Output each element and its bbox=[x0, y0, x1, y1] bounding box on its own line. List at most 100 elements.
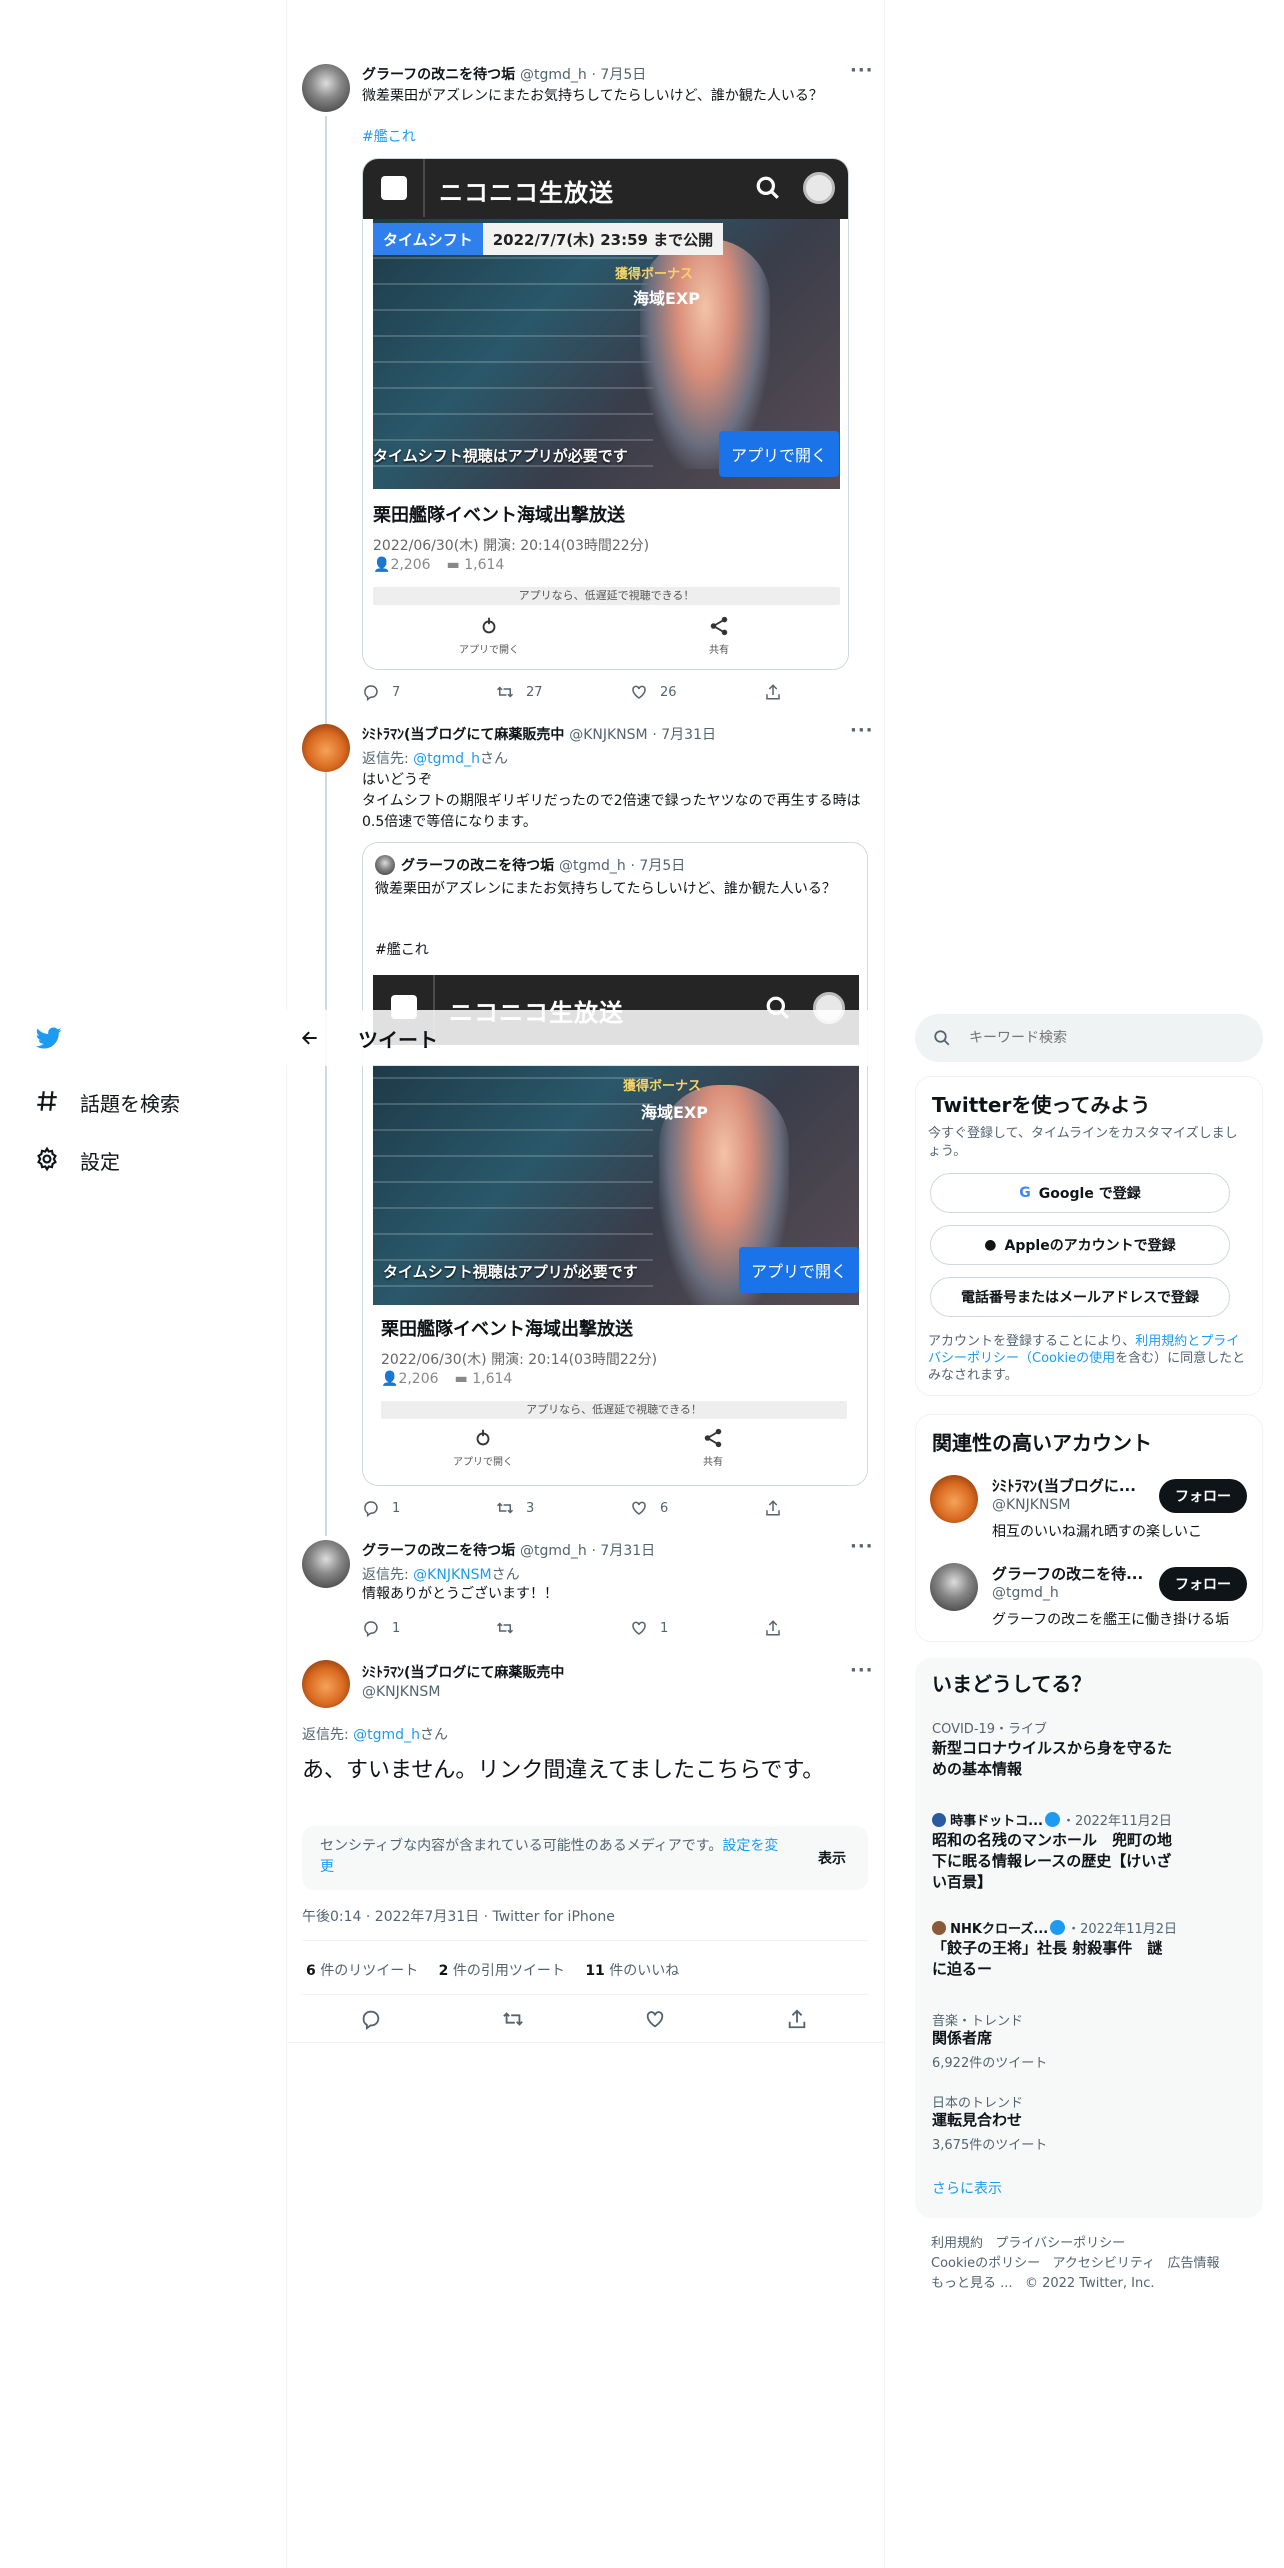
search-input[interactable] bbox=[969, 1026, 1239, 1050]
viewers-value: 2,206 bbox=[398, 1371, 439, 1387]
tweet-author-handle: @KNJKNSM bbox=[362, 1684, 441, 1700]
reply-button[interactable]: 1 bbox=[362, 1499, 400, 1517]
tweet-author-handle[interactable]: @tgmd_h bbox=[520, 1543, 587, 1559]
avatar[interactable] bbox=[930, 1475, 978, 1523]
relevant-title: 関連性の高いアカウント bbox=[932, 1431, 1152, 1455]
reply-to-link[interactable]: @tgmd_h bbox=[353, 1727, 420, 1743]
avatar[interactable] bbox=[302, 64, 350, 112]
quotes-stat[interactable]: 2 件の引用ツイート bbox=[439, 1963, 565, 1979]
follow-button[interactable]: フォロー bbox=[1159, 1567, 1247, 1601]
avatar[interactable] bbox=[302, 1660, 350, 1708]
share-button[interactable] bbox=[764, 683, 782, 701]
retweet-button[interactable]: 27 bbox=[496, 683, 543, 701]
tweet-author-name[interactable]: ｼﾐﾄﾗﾏﾝ(当ブログにて麻薬販売中 bbox=[362, 727, 564, 743]
reply-to-link[interactable]: @tgmd_h bbox=[413, 751, 480, 767]
tweet-timestamp[interactable]: 午後0:14 · 2022年7月31日 · Twitter for iPhone bbox=[302, 1906, 615, 1926]
reply-count: 1 bbox=[392, 1620, 401, 1636]
thumbnail-exp-label: 海域EXP bbox=[641, 1103, 708, 1122]
share-icon bbox=[766, 684, 780, 700]
card-share[interactable]: 共有 bbox=[679, 615, 759, 656]
footer-ads-link[interactable]: 広告情報 bbox=[1168, 2256, 1220, 2271]
trends-title: いまどうしてる？ bbox=[932, 1672, 1092, 1696]
hashtag-link[interactable]: #艦これ bbox=[362, 126, 416, 146]
quote-tweet[interactable]: グラーフの改ニを待つ垢 @tgmd_h · 7月5日 微差栗田がアズレンにまたお… bbox=[362, 842, 868, 1486]
retweet-button[interactable]: 3 bbox=[496, 1499, 534, 1517]
app-open-icon bbox=[482, 617, 496, 634]
account-name[interactable]: グラーフの改ニを待... bbox=[992, 1563, 1143, 1584]
trend-item[interactable]: 音楽・トレンド 関係者席 6,922件のツイート bbox=[915, 2006, 1263, 2076]
viewers-value: 2,206 bbox=[390, 557, 431, 573]
google-signup-button[interactable]: G Google で登録 bbox=[930, 1173, 1230, 1213]
follow-button[interactable]: フォロー bbox=[1159, 1479, 1247, 1513]
trend-item[interactable]: 時事ドットコ... ・2022年11月2日 昭和の名残のマンホール 兜町の地下に眠… bbox=[915, 1806, 1263, 1906]
more-icon[interactable]: ··· bbox=[850, 1536, 874, 1557]
more-icon[interactable]: ··· bbox=[850, 720, 874, 741]
more-icon[interactable]: ··· bbox=[850, 1660, 874, 1681]
reply-button[interactable]: 1 bbox=[362, 1619, 400, 1637]
search-bar[interactable] bbox=[915, 1014, 1263, 1062]
likes-stat[interactable]: 11 件のいいね bbox=[585, 1963, 679, 1979]
tweet-author-name[interactable]: グラーフの改ニを待つ垢 bbox=[362, 67, 515, 83]
footer-more-link[interactable]: もっと見る ... bbox=[931, 2276, 1013, 2291]
tweet-date[interactable]: · 7月5日 bbox=[592, 67, 647, 83]
account-handle[interactable]: @tgmd_h bbox=[992, 1585, 1059, 1601]
person-icon: 👤 bbox=[381, 1371, 399, 1387]
trend-item[interactable]: COVID-19・ライブ 新型コロナウイルスから身を守るための基本情報 bbox=[915, 1714, 1263, 1794]
trend-date: ・2022年11月2日 bbox=[1061, 1814, 1172, 1829]
avatar[interactable] bbox=[302, 1540, 350, 1588]
app-required-note: タイムシフト視聴はアプリが必要です bbox=[383, 1263, 638, 1281]
apple-signup-button[interactable]: ● Appleのアカウントで登録 bbox=[930, 1225, 1230, 1265]
share-button[interactable] bbox=[764, 1499, 782, 1517]
reply-icon[interactable] bbox=[360, 2008, 382, 2030]
heart-icon[interactable] bbox=[644, 2008, 666, 2030]
card-open-app[interactable]: アプリで開く bbox=[449, 615, 529, 656]
retweet-icon[interactable] bbox=[502, 2008, 524, 2030]
phone-signup-button[interactable]: 電話番号またはメールアドレスで登録 bbox=[930, 1277, 1230, 1317]
relevant-accounts-panel: 関連性の高いアカウント ｼﾐﾄﾗﾏﾝ(当ブログに... @KNJKNSM 相互の… bbox=[915, 1414, 1263, 1642]
tweet-author-handle[interactable]: @KNJKNSM bbox=[569, 727, 647, 743]
like-button[interactable]: 6 bbox=[630, 1499, 668, 1517]
tweet-text: はいどうぞ タイムシフトの期限ギリギリだったので2倍速で録ったヤツなので再生する… bbox=[362, 770, 866, 833]
account-handle[interactable]: @KNJKNSM bbox=[992, 1497, 1070, 1513]
account-name[interactable]: ｼﾐﾄﾗﾏﾝ(当ブログに... bbox=[992, 1475, 1136, 1496]
reply-button[interactable]: 7 bbox=[362, 683, 400, 701]
main-tweet-text: あ、すいません。リンク間違えてましたこちらです。 bbox=[302, 1758, 825, 1783]
like-count: 6 bbox=[660, 1500, 669, 1516]
back-arrow-icon[interactable] bbox=[300, 1028, 320, 1048]
avatar[interactable] bbox=[930, 1563, 978, 1611]
footer-terms-link[interactable]: 利用規約 bbox=[931, 2236, 983, 2251]
share-icon[interactable] bbox=[786, 2008, 808, 2030]
main-author[interactable]: ｼﾐﾄﾗﾏﾝ(当ブログにて麻薬販売中 @KNJKNSM bbox=[362, 1662, 564, 1700]
tweet-author-name[interactable]: グラーフの改ニを待つ垢 bbox=[362, 1543, 515, 1559]
footer-cookies-link[interactable]: Cookieのポリシー bbox=[931, 2256, 1040, 2271]
open-in-app-button[interactable]: アプリで開く bbox=[719, 431, 839, 477]
nav-settings[interactable]: 設定 bbox=[30, 1140, 250, 1180]
footer-accessibility-link[interactable]: アクセシビリティ bbox=[1053, 2256, 1156, 2271]
retweet-icon bbox=[496, 1502, 514, 1514]
retweets-stat[interactable]: 6 件のリツイート bbox=[306, 1963, 418, 1979]
more-icon[interactable]: ··· bbox=[850, 60, 874, 81]
open-in-app-button[interactable]: アプリで開く bbox=[739, 1247, 859, 1293]
embed-card[interactable]: ニコニコ生放送 獲得ボーナス 海域EXP タイムシフト 2022/7/7(木) … bbox=[362, 158, 849, 670]
trend-item[interactable]: NHKクローズ... ・2022年11月2日 「餃子の王将」社長 射殺事件 謎に迫… bbox=[915, 1914, 1263, 1994]
show-more-link[interactable]: さらに表示 bbox=[932, 2178, 1002, 2198]
twitter-logo-icon[interactable] bbox=[34, 1024, 62, 1052]
tweet-date[interactable]: · 7月31日 bbox=[592, 1543, 656, 1559]
card-share[interactable]: 共有 bbox=[673, 1427, 753, 1468]
show-button[interactable]: 表示 bbox=[818, 1848, 846, 1868]
nav-explore[interactable]: 話題を検索 bbox=[30, 1082, 250, 1122]
card-open-app[interactable]: アプリで開く bbox=[443, 1427, 523, 1468]
avatar[interactable] bbox=[302, 724, 350, 772]
tweet-author-handle[interactable]: @tgmd_h bbox=[520, 67, 587, 83]
hashtag-icon bbox=[37, 1091, 57, 1111]
trend-item[interactable]: 日本のトレンド 運転見合わせ 3,675件のツイート bbox=[915, 2088, 1263, 2158]
trend-meta: NHKクローズ... ・2022年11月2日 bbox=[932, 1918, 1177, 1937]
like-button[interactable]: 26 bbox=[630, 683, 677, 701]
retweet-button[interactable] bbox=[496, 1619, 514, 1637]
reply-to-link[interactable]: @KNJKNSM bbox=[413, 1567, 491, 1583]
like-button[interactable]: 1 bbox=[630, 1619, 668, 1637]
tweet-date[interactable]: · 7月31日 bbox=[652, 727, 716, 743]
share-button[interactable] bbox=[764, 1619, 782, 1637]
footer-privacy-link[interactable]: プライバシーポリシー bbox=[995, 2236, 1125, 2251]
card-title: 栗田艦隊イベント海域出撃放送 bbox=[381, 1319, 633, 1340]
